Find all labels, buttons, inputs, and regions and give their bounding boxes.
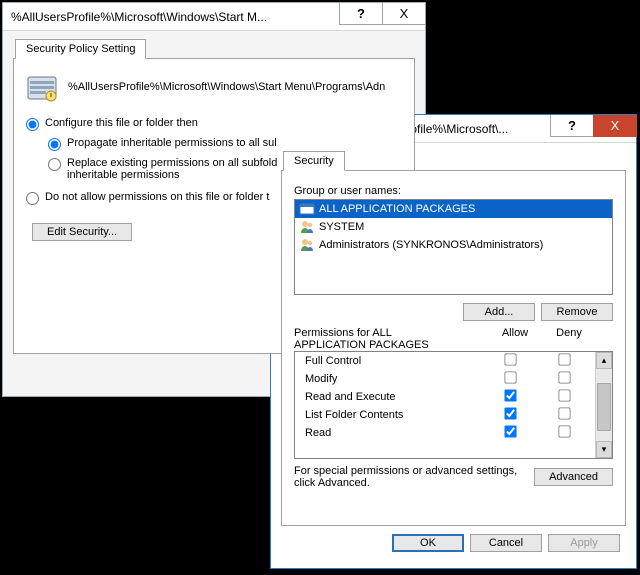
edit-security-button[interactable]: Edit Security...	[32, 223, 132, 241]
deny-checkbox[interactable]	[558, 425, 570, 437]
allow-checkbox[interactable]	[504, 389, 516, 401]
group-user-label: Group or user names:	[294, 185, 613, 197]
security-window: Security for %AllUsersProfile%\Microsoft…	[270, 114, 637, 569]
folder-icon	[26, 71, 58, 103]
list-item[interactable]: ALL APPLICATION PACKAGES	[295, 200, 612, 218]
perm-name: List Folder Contents	[299, 409, 483, 421]
perm-row: Read and Execute	[295, 388, 595, 406]
help-button[interactable]: ?	[550, 115, 594, 137]
scrollbar[interactable]: ▴ ▾	[595, 352, 612, 458]
radio-configure[interactable]	[26, 118, 39, 131]
ok-button[interactable]: OK	[392, 534, 464, 552]
scroll-up-button[interactable]: ▴	[596, 352, 612, 369]
radio-propagate[interactable]	[48, 138, 61, 151]
user-icon	[299, 219, 315, 235]
deny-checkbox[interactable]	[558, 389, 570, 401]
perm-row: Modify	[295, 370, 595, 388]
radio-replace-label: Replace existing permissions on all subf…	[67, 157, 277, 181]
perm-name: Full Control	[299, 355, 483, 367]
deny-checkbox[interactable]	[558, 353, 570, 365]
allow-checkbox[interactable]	[504, 425, 516, 437]
deny-checkbox[interactable]	[558, 407, 570, 419]
tab-security-policy[interactable]: Security Policy Setting	[15, 39, 146, 59]
policy-title: %AllUsersProfile%\Microsoft\Windows\Star…	[3, 10, 339, 24]
tab-security[interactable]: Security	[283, 151, 345, 171]
perm-row: Full Control	[295, 352, 595, 370]
deny-checkbox[interactable]	[558, 371, 570, 383]
scroll-thumb[interactable]	[597, 383, 611, 431]
group-icon	[299, 237, 315, 253]
allow-checkbox[interactable]	[504, 407, 516, 419]
principal-name: Administrators (SYNKRONOS\Administrators…	[319, 239, 543, 251]
policy-titlebar[interactable]: %AllUsersProfile%\Microsoft\Windows\Star…	[3, 3, 425, 31]
close-button[interactable]: X	[382, 3, 426, 25]
radio-configure-label: Configure this file or folder then	[45, 117, 198, 129]
list-item[interactable]: SYSTEM	[295, 218, 612, 236]
allow-checkbox[interactable]	[504, 371, 516, 383]
perm-name: Read	[299, 427, 483, 439]
cancel-button[interactable]: Cancel	[470, 534, 542, 552]
perm-row: List Folder Contents	[295, 406, 595, 424]
help-button[interactable]: ?	[339, 3, 383, 25]
permissions-list: Full Control Modify Read and Execute	[294, 351, 613, 459]
remove-button[interactable]: Remove	[541, 303, 613, 321]
security-tab-body: Group or user names: ALL APPLICATION PAC…	[281, 170, 626, 526]
principals-list[interactable]: ALL APPLICATION PACKAGES SYSTEM Administ…	[294, 199, 613, 295]
radio-disallow-label: Do not allow permissions on this file or…	[45, 191, 269, 203]
column-allow: Allow	[488, 327, 542, 351]
add-button[interactable]: Add...	[463, 303, 535, 321]
radio-replace[interactable]	[48, 158, 61, 171]
principal-name: SYSTEM	[319, 221, 364, 233]
list-item[interactable]: Administrators (SYNKRONOS\Administrators…	[295, 236, 612, 254]
package-icon	[299, 201, 315, 217]
apply-button[interactable]: Apply	[548, 534, 620, 552]
advanced-footnote: For special permissions or advanced sett…	[294, 465, 534, 489]
advanced-button[interactable]: Advanced	[534, 468, 613, 486]
allow-checkbox[interactable]	[504, 353, 516, 365]
permissions-for-label: Permissions for ALL APPLICATION PACKAGES	[294, 327, 488, 351]
radio-disallow[interactable]	[26, 192, 39, 205]
policy-path: %AllUsersProfile%\Microsoft\Windows\Star…	[68, 81, 385, 93]
close-button[interactable]: X	[593, 115, 637, 137]
radio-propagate-label: Propagate inheritable permissions to all…	[67, 137, 277, 149]
perm-name: Read and Execute	[299, 391, 483, 403]
principal-name: ALL APPLICATION PACKAGES	[319, 203, 475, 215]
perm-name: Modify	[299, 373, 483, 385]
perm-row: Read	[295, 424, 595, 442]
column-deny: Deny	[542, 327, 596, 351]
scroll-down-button[interactable]: ▾	[596, 441, 612, 458]
